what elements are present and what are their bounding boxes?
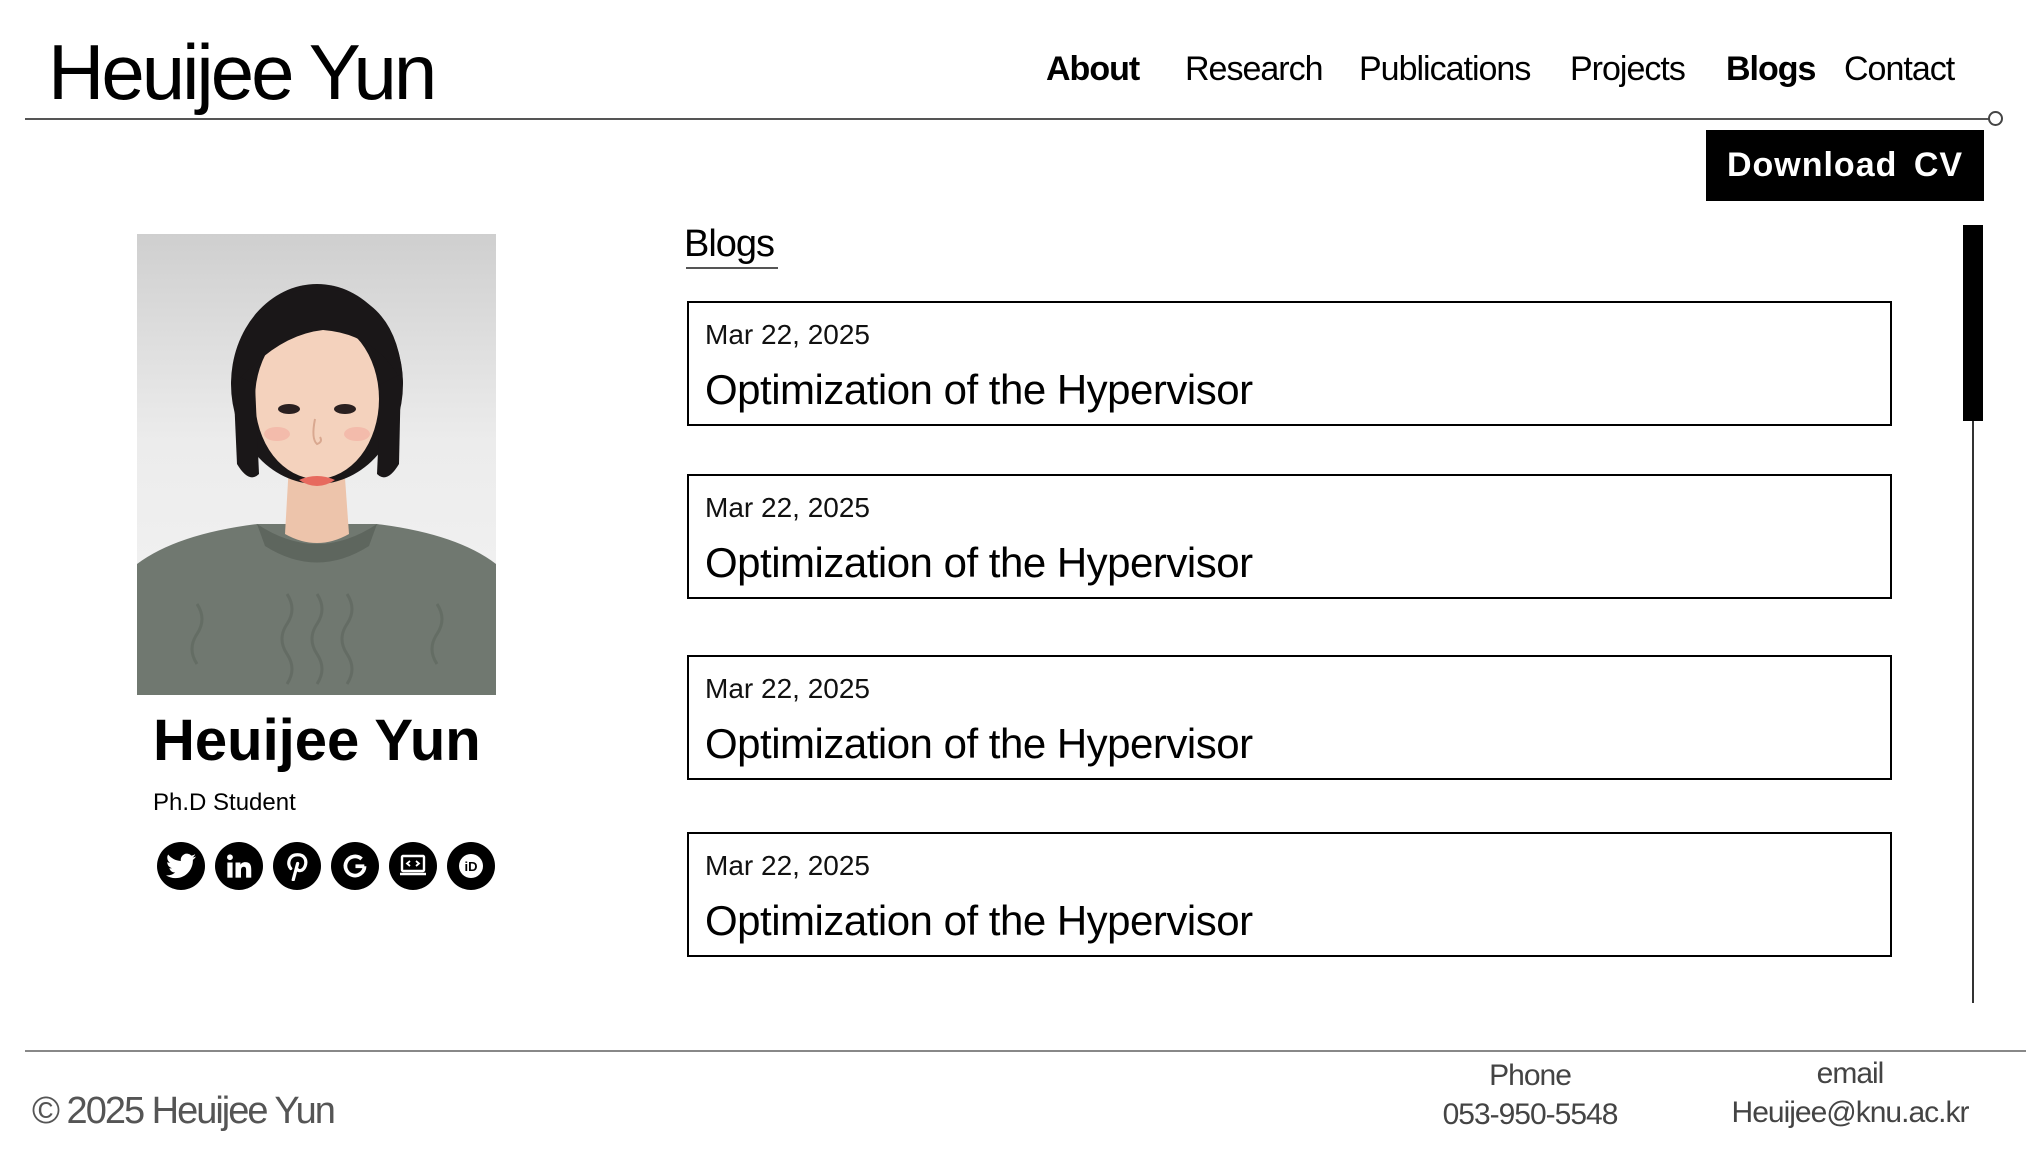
footer-divider [25,1050,2026,1052]
divider-end-dot [1988,111,2003,126]
phone-label: Phone [1489,1059,1572,1092]
google-scholar-icon[interactable] [331,842,379,890]
blog-date: Mar 22, 2025 [705,673,870,704]
section-title-underline [686,267,778,269]
pinterest-icon[interactable] [273,842,321,890]
website-icon[interactable] [389,842,437,890]
nav-item-research[interactable]: Research [1185,44,1324,94]
blogs-section-title: Blogs [684,223,775,265]
profile-name: Heuijee Yun [153,708,481,773]
nav-item-contact[interactable]: Contact [1844,44,1955,94]
email-label: email [1816,1057,1885,1090]
orcid-icon[interactable]: iD [447,842,495,890]
nav-item-publications[interactable]: Publications [1359,44,1531,94]
main-nav: About Research Publications Projects Blo… [0,44,2026,94]
nav-item-projects[interactable]: Projects [1570,44,1686,94]
blog-card[interactable]: Mar 22, 2025 Optimization of the Hypervi… [687,474,1892,599]
blog-card[interactable]: Mar 22, 2025 Optimization of the Hypervi… [687,301,1892,426]
blog-card[interactable]: Mar 22, 2025 Optimization of the Hypervi… [687,832,1892,957]
blog-date: Mar 22, 2025 [705,492,870,523]
social-links: iD [157,842,495,890]
footer-email: email Heuijee@knu.ac.kr [1720,1055,1980,1133]
footer-phone: Phone 053-950-5548 [1430,1057,1630,1135]
profile-role: Ph.D Student [153,789,296,816]
blog-date: Mar 22, 2025 [705,850,870,881]
nav-item-blogs[interactable]: Blogs [1726,44,1816,94]
blog-card[interactable]: Mar 22, 2025 Optimization of the Hypervi… [687,655,1892,780]
download-cv-button[interactable]: Download CV [1706,130,1984,201]
blog-title[interactable]: Optimization of the Hypervisor [705,719,1253,769]
svg-text:iD: iD [465,859,478,874]
phone-value[interactable]: 053-950-5548 [1430,1095,1630,1135]
nav-item-about[interactable]: About [1046,44,1140,94]
linkedin-icon[interactable] [215,842,263,890]
profile-photo [137,234,496,695]
footer-copyright: © 2025 Heuijee Yun [32,1090,336,1132]
twitter-icon[interactable] [157,842,205,890]
blog-title[interactable]: Optimization of the Hypervisor [705,896,1253,946]
blog-title[interactable]: Optimization of the Hypervisor [705,538,1253,588]
header-divider [25,118,1990,120]
blog-title[interactable]: Optimization of the Hypervisor [705,365,1253,415]
blog-date: Mar 22, 2025 [705,319,870,350]
scrollbar-thumb[interactable] [1963,225,1983,421]
email-value[interactable]: Heuijee@knu.ac.kr [1720,1093,1980,1133]
